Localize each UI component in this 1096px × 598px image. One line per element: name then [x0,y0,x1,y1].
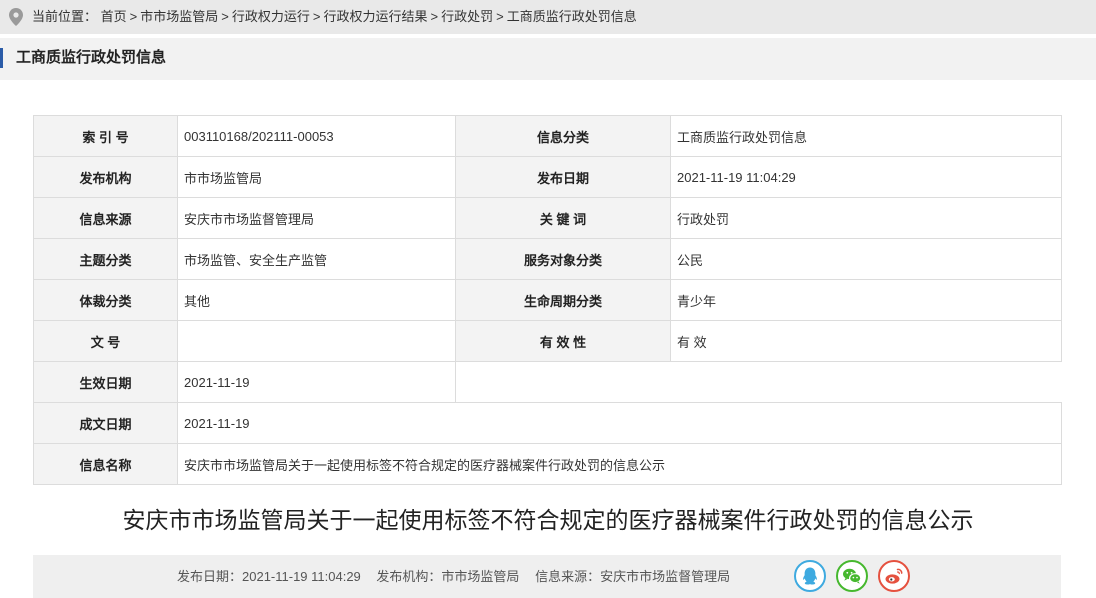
pubdate-value: 2021-11-19 11:04:29 [670,156,1062,198]
table-row: 信息名称 安庆市市场监管局关于一起使用标签不符合规定的医疗器械案件行政处罚的信息… [33,443,1062,485]
publisher-value: 市市场监管局 [177,156,456,198]
qq-icon [794,560,826,592]
genre-label: 体裁分类 [33,279,178,321]
footer-pubdate: 发布日期：2021-11-19 11:04:29 [177,569,361,584]
pubdate-label: 发布日期 [455,156,671,198]
topic-value: 市场监管、安全生产监管 [177,238,456,280]
table-row: 体裁分类 其他 生命周期分类 青少年 [33,279,1062,321]
source-label: 信息来源 [33,197,178,239]
breadcrumb-prefix: 当前位置： [32,9,98,24]
name-label: 信息名称 [33,443,178,485]
keyword-value: 行政处罚 [670,197,1062,239]
name-value: 安庆市市场监管局关于一起使用标签不符合规定的医疗器械案件行政处罚的信息公示 [177,443,1062,485]
table-row: 信息来源 安庆市市场监督管理局 关 键 词 行政处罚 [33,197,1062,239]
empty-cell [455,361,1062,403]
source-value: 安庆市市场监督管理局 [177,197,456,239]
share-qq-button[interactable] [794,560,826,592]
category-value: 工商质监行政处罚信息 [670,115,1062,157]
table-row: 主题分类 市场监管、安全生产监管 服务对象分类 公民 [33,238,1062,280]
section-accent-bar [0,48,3,68]
service-value: 公民 [670,238,1062,280]
topic-label: 主题分类 [33,238,178,280]
genre-value: 其他 [177,279,456,321]
service-label: 服务对象分类 [455,238,671,280]
table-row: 索 引 号 003110168/202111-00053 信息分类 工商质监行政… [33,115,1062,157]
document-title: 安庆市市场监管局关于一起使用标签不符合规定的医疗器械案件行政处罚的信息公示 [122,507,974,533]
lifecycle-value: 青少年 [670,279,1062,321]
section-header: 工商质监行政处罚信息 [0,38,1096,80]
table-row: 文 号 有 效 性 有 效 [33,320,1062,362]
publisher-label: 发布机构 [33,156,178,198]
share-wechat-button[interactable] [836,560,868,592]
share-weibo-button[interactable] [878,560,910,592]
breadcrumb: 当前位置： 首页 > 市市场监管局 > 行政权力运行 > 行政权力运行结果 > 行政处罚 > 工商质… [0,0,1096,34]
validity-label: 有 效 性 [455,320,671,362]
lifecycle-label: 生命周期分类 [455,279,671,321]
category-label: 信息分类 [455,115,671,157]
table-row: 发布机构 市市场监管局 发布日期 2021-11-19 11:04:29 [33,156,1062,198]
effective-value: 2021-11-19 [177,361,456,403]
keyword-label: 关 键 词 [455,197,671,239]
docno-value [177,320,456,362]
footer-publisher: 发布机构：市市场监管局 [376,569,520,584]
weibo-icon [878,560,910,592]
table-row: 生效日期 2021-11-19 [33,361,1062,403]
article-info-bar: 发布日期：2021-11-19 11:04:29 发布机构：市市场监管局 信息来… [33,555,1061,598]
index-value: 003110168/202111-00053 [177,115,456,157]
breadcrumb-link-bureau[interactable]: 市市场监管局 [140,9,218,24]
docno-label: 文 号 [33,320,178,362]
breadcrumb-link-admin-power-result[interactable]: 行政权力运行结果 [323,9,427,24]
table-row: 成文日期 2021-11-19 [33,402,1062,444]
breadcrumb-link-penalty[interactable]: 行政处罚 [441,9,493,24]
index-label: 索 引 号 [33,115,178,157]
location-pin-icon [9,8,23,26]
breadcrumb-link-current[interactable]: 工商质监行政处罚信息 [507,9,637,24]
validity-value: 有 效 [670,320,1062,362]
written-label: 成文日期 [33,402,178,444]
section-title: 工商质监行政处罚信息 [16,49,167,66]
breadcrumb-link-admin-power[interactable]: 行政权力运行 [232,9,310,24]
wechat-icon [836,560,868,592]
written-value: 2021-11-19 [177,402,1062,444]
breadcrumb-link-home[interactable]: 首页 [101,9,127,24]
effective-label: 生效日期 [33,361,178,403]
footer-source: 信息来源：安庆市市场监督管理局 [535,569,731,584]
info-meta-table: 索 引 号 003110168/202111-00053 信息分类 工商质监行政… [33,115,1062,485]
